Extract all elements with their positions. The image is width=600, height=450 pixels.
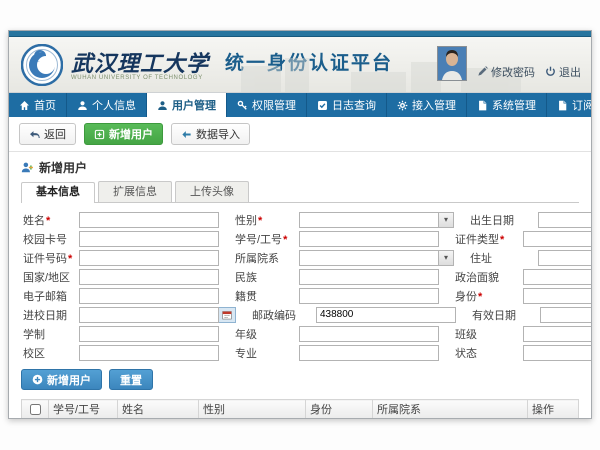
back-arrow-icon bbox=[29, 129, 40, 140]
header: 武汉理工大学 WUHAN UNIVERSITY OF TECHNOLOGY 统一… bbox=[9, 37, 591, 93]
university-logo-icon bbox=[21, 44, 63, 86]
title-block: 武汉理工大学 WUHAN UNIVERSITY OF TECHNOLOGY 统一… bbox=[71, 48, 393, 81]
power-icon bbox=[545, 66, 556, 77]
field-grade[interactable] bbox=[299, 326, 439, 342]
reset-button[interactable]: 重置 bbox=[109, 369, 153, 390]
university-name-en: WUHAN UNIVERSITY OF TECHNOLOGY bbox=[71, 75, 209, 81]
account-area: 修改密码 退出 bbox=[437, 37, 581, 92]
field-campus-card-no[interactable] bbox=[79, 231, 219, 247]
form-actions: 新增用户 重置 bbox=[21, 369, 579, 390]
main-nav: 首页 个人信息 用户管理 权限管理 日志查询 接入管理 系统管理 订阅管理 bbox=[9, 93, 591, 117]
nav-item-permission-management[interactable]: 权限管理 bbox=[227, 93, 307, 117]
th-identity[interactable]: 身份 bbox=[306, 400, 373, 419]
user-table: 学号/工号 姓名 性别 身份 所属院系 操作 bbox=[21, 399, 579, 419]
tab-extended-info[interactable]: 扩展信息 bbox=[98, 181, 172, 202]
field-address[interactable] bbox=[538, 250, 592, 266]
tab-basic-info[interactable]: 基本信息 bbox=[21, 182, 95, 203]
field-class[interactable] bbox=[523, 326, 592, 342]
field-ethnicity[interactable] bbox=[299, 269, 439, 285]
nav-item-user-management[interactable]: 用户管理 bbox=[147, 93, 227, 117]
field-enrollment-date[interactable] bbox=[79, 307, 219, 323]
field-department[interactable] bbox=[299, 250, 439, 266]
document-icon bbox=[557, 100, 568, 111]
th-name[interactable]: 姓名 bbox=[118, 400, 199, 419]
gear-icon bbox=[397, 100, 408, 111]
nav-item-subscription-management[interactable]: 订阅管理 bbox=[547, 93, 592, 117]
th-department[interactable]: 所属院系 bbox=[373, 400, 528, 419]
field-political-status[interactable] bbox=[523, 269, 592, 285]
dropdown-arrow-icon[interactable]: ▾ bbox=[439, 250, 454, 266]
university-name: 武汉理工大学 bbox=[71, 54, 209, 74]
new-item-icon bbox=[94, 129, 105, 140]
nav-item-home[interactable]: 首页 bbox=[9, 93, 67, 117]
dropdown-arrow-icon[interactable]: ▾ bbox=[439, 212, 454, 228]
tab-upload-photo[interactable]: 上传头像 bbox=[175, 181, 249, 202]
field-major[interactable] bbox=[299, 345, 439, 361]
field-native-place[interactable] bbox=[299, 288, 439, 304]
nav-item-personal-info[interactable]: 个人信息 bbox=[67, 93, 147, 117]
calendar-icon[interactable] bbox=[219, 307, 236, 323]
home-icon bbox=[19, 100, 30, 111]
tab-bar: 基本信息 扩展信息 上传头像 bbox=[21, 181, 579, 203]
data-import-button[interactable]: 数据导入 bbox=[171, 123, 250, 145]
nav-item-log-query[interactable]: 日志查询 bbox=[307, 93, 387, 117]
nav-item-system-management[interactable]: 系统管理 bbox=[467, 93, 547, 117]
person-icon bbox=[157, 100, 168, 111]
field-id-type[interactable] bbox=[523, 231, 592, 247]
auth-platform-window: 武汉理工大学 WUHAN UNIVERSITY OF TECHNOLOGY 统一… bbox=[8, 30, 592, 419]
person-icon bbox=[77, 100, 88, 111]
user-avatar[interactable] bbox=[437, 46, 467, 81]
nav-item-access-management[interactable]: 接入管理 bbox=[387, 93, 467, 117]
import-arrow-icon bbox=[181, 129, 192, 140]
new-user-form: 姓名* 性别* ▾ 出生日期 校园卡号 学号/工号* 证件类型* 证件号码* 所… bbox=[23, 211, 555, 361]
th-actions[interactable]: 操作 bbox=[528, 400, 579, 419]
field-valid-date[interactable] bbox=[540, 307, 592, 323]
user-plus-icon bbox=[21, 161, 34, 174]
plus-circle-icon bbox=[32, 374, 43, 385]
field-identity[interactable] bbox=[523, 288, 592, 304]
toolbar: 返回 新增用户 数据导入 bbox=[9, 117, 591, 152]
field-id-number[interactable] bbox=[79, 250, 219, 266]
field-name[interactable] bbox=[79, 212, 219, 228]
field-email[interactable] bbox=[79, 288, 219, 304]
change-password-button[interactable]: 修改密码 bbox=[477, 64, 535, 80]
avatar-photo bbox=[438, 47, 466, 80]
section-title: 新增用户 bbox=[39, 159, 87, 176]
submit-add-user-button[interactable]: 新增用户 bbox=[21, 369, 102, 390]
th-gender[interactable]: 性别 bbox=[199, 400, 306, 419]
select-all-checkbox[interactable] bbox=[30, 404, 41, 415]
field-country-region[interactable] bbox=[79, 269, 219, 285]
field-student-id[interactable] bbox=[299, 231, 439, 247]
pencil-icon bbox=[477, 66, 488, 77]
field-status[interactable] bbox=[523, 345, 592, 361]
field-campus[interactable] bbox=[79, 345, 219, 361]
add-user-toolbar-button[interactable]: 新增用户 bbox=[84, 123, 163, 145]
field-birth-date[interactable] bbox=[538, 212, 592, 228]
table-empty-row bbox=[22, 419, 579, 420]
section-header: 新增用户 bbox=[21, 159, 579, 176]
field-gender[interactable] bbox=[299, 212, 439, 228]
field-schooling-length[interactable] bbox=[79, 326, 219, 342]
back-button[interactable]: 返回 bbox=[19, 123, 76, 145]
th-student-id[interactable]: 学号/工号 bbox=[49, 400, 118, 419]
checklist-icon bbox=[317, 100, 328, 111]
key-icon bbox=[237, 100, 248, 111]
document-icon bbox=[477, 100, 488, 111]
field-postal-code[interactable] bbox=[316, 307, 456, 323]
page-title: 统一身份认证平台 bbox=[225, 48, 393, 75]
logout-button[interactable]: 退出 bbox=[545, 64, 581, 80]
table-header-row: 学号/工号 姓名 性别 身份 所属院系 操作 bbox=[22, 400, 579, 419]
